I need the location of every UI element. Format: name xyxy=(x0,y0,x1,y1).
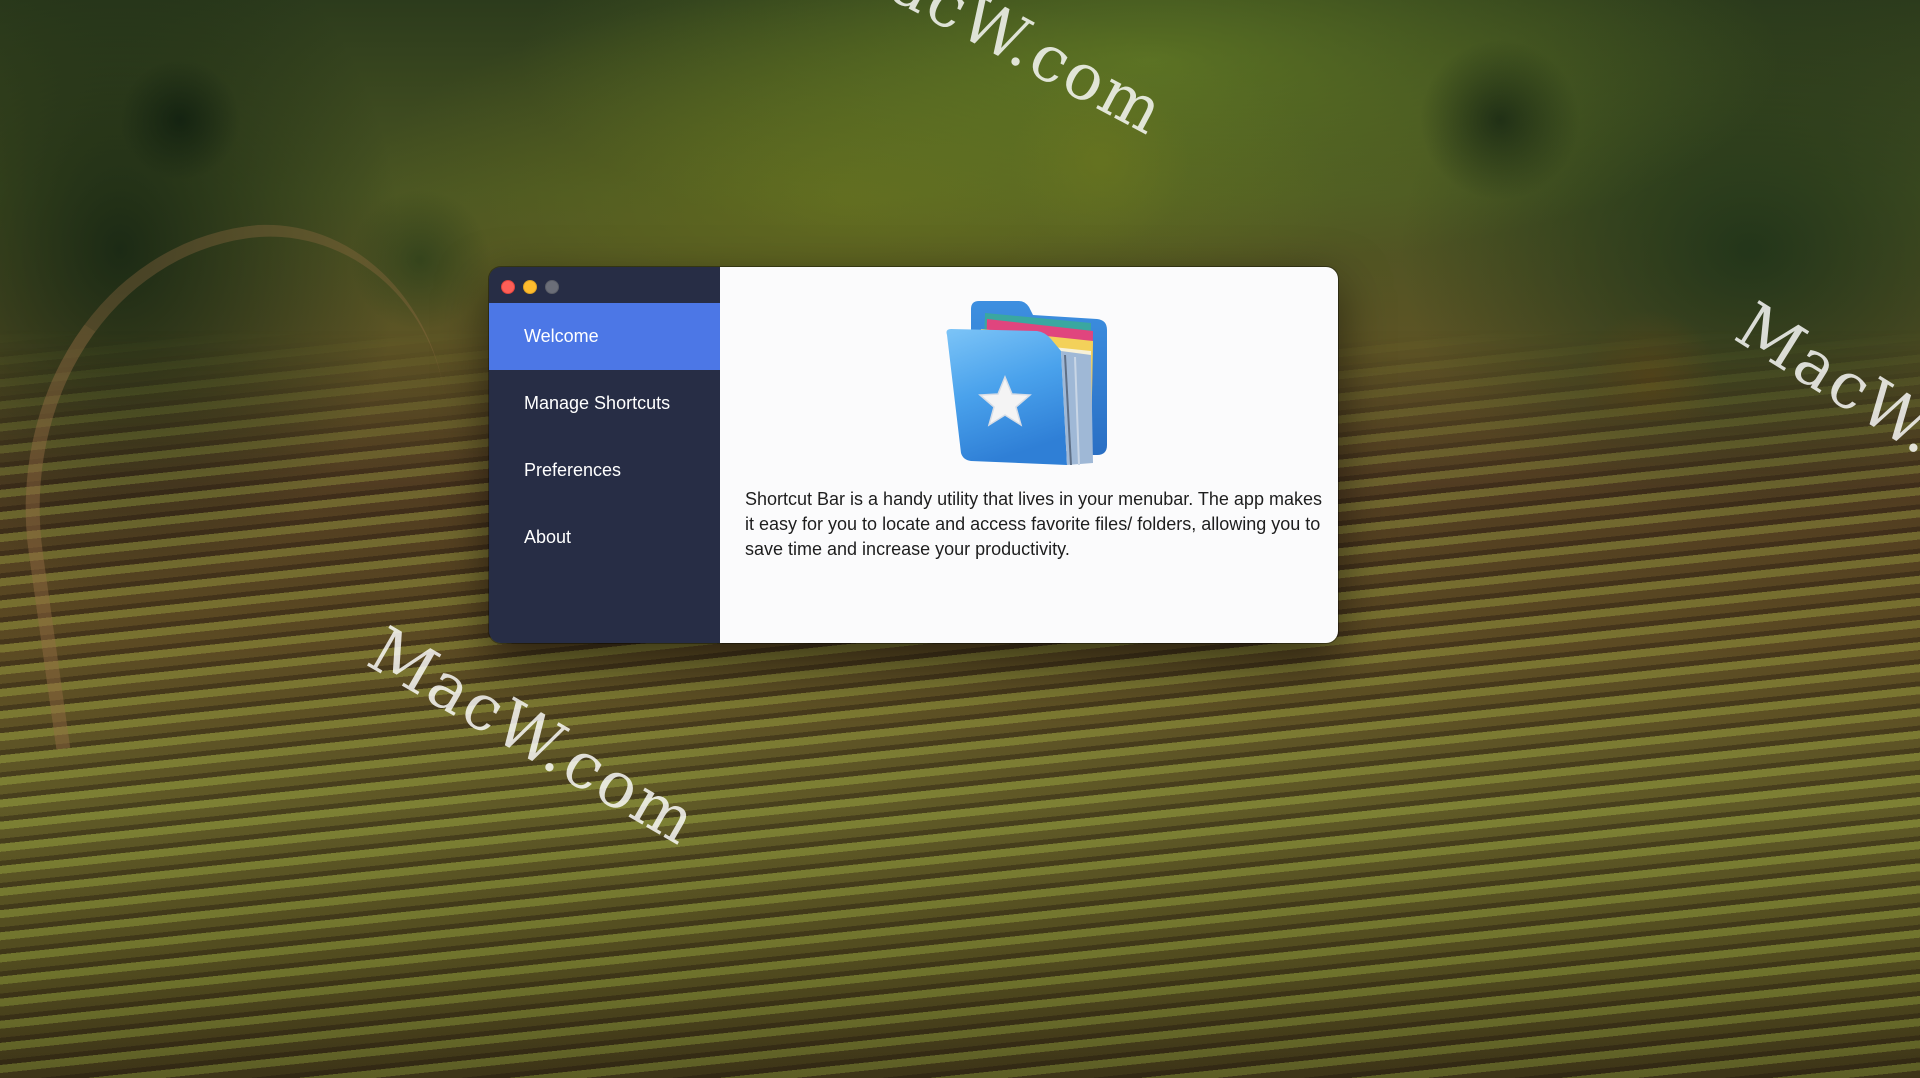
window-controls xyxy=(501,280,559,294)
sidebar-item-about[interactable]: About xyxy=(489,504,720,571)
sidebar-item-label: Preferences xyxy=(524,460,622,480)
sidebar-item-manage-shortcuts[interactable]: Manage Shortcuts xyxy=(489,370,720,437)
sidebar-item-label: Manage Shortcuts xyxy=(524,393,671,413)
sidebar-item-welcome[interactable]: Welcome xyxy=(489,303,720,370)
close-window-button[interactable] xyxy=(501,280,515,294)
sidebar-item-label: Welcome xyxy=(524,326,599,346)
minimize-window-button[interactable] xyxy=(523,280,537,294)
folder-star-icon xyxy=(946,301,1107,466)
welcome-description: Shortcut Bar is a handy utility that liv… xyxy=(745,489,1322,559)
sidebar: Welcome Manage Shortcuts Preferences Abo… xyxy=(489,267,720,643)
desktop-wallpaper: MacW.com MacW.com MacW.com Welcome Manag… xyxy=(0,0,1920,1078)
sidebar-nav: Welcome Manage Shortcuts Preferences Abo… xyxy=(489,303,720,571)
sidebar-item-preferences[interactable]: Preferences xyxy=(489,437,720,504)
welcome-pane: Shortcut Bar is a handy utility that liv… xyxy=(720,267,1338,643)
app-window: Welcome Manage Shortcuts Preferences Abo… xyxy=(489,267,1338,643)
zoom-window-button xyxy=(545,280,559,294)
sidebar-item-label: About xyxy=(524,527,572,547)
